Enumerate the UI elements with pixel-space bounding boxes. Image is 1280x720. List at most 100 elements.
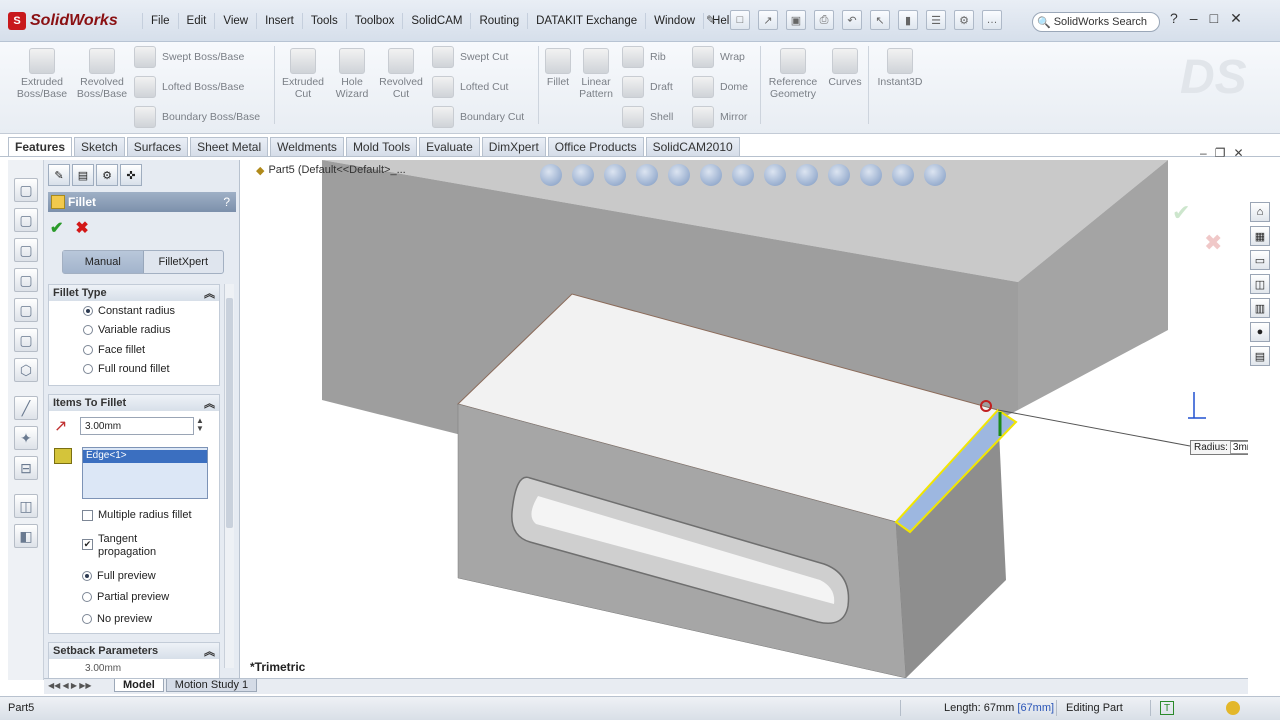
minimize-icon[interactable]: – <box>1190 10 1198 27</box>
extruded-cut-button[interactable]: Extruded Cut <box>278 48 328 100</box>
graphics-area[interactable]: ◆ Part5 (Default<<Default>_... ✔ ✖ Radiu… <box>240 160 1248 678</box>
app-logo[interactable]: S SolidWorks <box>8 10 118 32</box>
cube-left-icon[interactable]: ▢ <box>14 238 38 262</box>
collapse-chevron-icon[interactable]: ︽ <box>204 395 215 411</box>
view-settings-icon[interactable] <box>860 164 882 186</box>
sketch-line-icon[interactable]: ╱ <box>14 396 38 420</box>
lofted-cut-button[interactable]: Lofted Cut <box>432 76 508 98</box>
menu-routing[interactable]: Routing <box>470 13 527 29</box>
cube-iso-icon[interactable]: ⬡ <box>14 358 38 382</box>
radio[interactable] <box>82 614 92 624</box>
no-preview-option[interactable]: No preview <box>82 613 152 625</box>
search-box[interactable]: 🔍 SolidWorks Search <box>1032 12 1160 32</box>
options-icon[interactable]: ⚙ <box>954 10 974 30</box>
rib-button[interactable]: Rib <box>622 46 666 68</box>
custom-properties-icon[interactable]: ▤ <box>1250 346 1270 366</box>
menu-insert[interactable]: Insert <box>256 13 302 29</box>
menu-file[interactable]: File <box>142 13 178 29</box>
dome-button[interactable]: Dome <box>692 76 748 98</box>
new-document-icon[interactable]: □ <box>730 10 750 30</box>
help-icon[interactable]: ? <box>1170 10 1178 27</box>
display-pane-icon[interactable] <box>892 164 914 186</box>
radius-callout[interactable]: Radius: 3mm <box>1190 440 1248 455</box>
menu-toolbox[interactable]: Toolbox <box>345 13 403 29</box>
view-orientation-icon[interactable] <box>700 164 722 186</box>
cube-top-icon[interactable]: ▢ <box>14 298 38 322</box>
section-view-icon[interactable] <box>636 164 658 186</box>
rebuild-icon[interactable]: ▮ <box>898 10 918 30</box>
save-icon[interactable]: ▣ <box>786 10 806 30</box>
menu-edit[interactable]: Edit <box>177 13 215 29</box>
rebuild-status-icon[interactable]: T <box>1160 701 1174 715</box>
swept-cut-button[interactable]: Swept Cut <box>432 46 508 68</box>
tab-office-products[interactable]: Office Products <box>547 137 644 156</box>
open-icon[interactable]: ↗ <box>758 10 778 30</box>
multiple-radius-option[interactable]: Multiple radius fillet <box>82 509 192 521</box>
previous-view-icon[interactable] <box>604 164 626 186</box>
design-library-icon[interactable]: ▦ <box>1250 226 1270 246</box>
setback-distance-value[interactable]: 3.00mm <box>85 663 121 674</box>
boundary-boss-button[interactable]: Boundary Boss/Base <box>134 106 260 128</box>
menu-window[interactable]: Window <box>645 13 703 29</box>
swept-boss-button[interactable]: Swept Boss/Base <box>134 46 244 68</box>
radio[interactable] <box>83 325 93 335</box>
edge-list-item[interactable]: Edge<1> <box>83 450 207 463</box>
items-to-fillet-header[interactable]: Items To Fillet ︽ <box>49 395 219 411</box>
select-icon[interactable]: ↖ <box>870 10 890 30</box>
radio[interactable] <box>83 345 93 355</box>
more-icon[interactable]: … <box>982 10 1002 30</box>
cube-right-icon[interactable]: ▢ <box>14 268 38 292</box>
feature-manager-tab-icon[interactable]: ✎ <box>48 164 70 186</box>
tab-weldments[interactable]: Weldments <box>270 137 344 156</box>
display-mode-icon[interactable]: ◫ <box>14 494 38 518</box>
confirm-corner-ok-icon[interactable]: ✔ <box>1172 200 1190 226</box>
appearances-icon[interactable]: ● <box>1250 322 1270 342</box>
property-manager-tab-icon[interactable]: ▤ <box>72 164 94 186</box>
dimension-icon[interactable]: ⊟ <box>14 456 38 480</box>
radio[interactable] <box>83 364 93 374</box>
face-fillet-option[interactable]: Face fillet <box>83 344 145 356</box>
display-style-icon[interactable] <box>732 164 754 186</box>
cancel-x-icon[interactable]: ✖ <box>75 218 88 238</box>
extruded-boss-button[interactable]: Extruded Boss/Base <box>14 48 70 100</box>
manual-mode-button[interactable]: Manual <box>63 251 144 273</box>
curves-button[interactable]: Curves <box>824 48 866 88</box>
tab-solidcam2010[interactable]: SolidCAM2010 <box>645 137 740 156</box>
viewport-minimize-icon[interactable]: – <box>1200 146 1207 160</box>
print-icon[interactable]: ⎙ <box>814 10 834 30</box>
tab-evaluate[interactable]: Evaluate <box>419 137 480 156</box>
undo-icon[interactable]: ↶ <box>842 10 862 30</box>
full-round-fillet-option[interactable]: Full round fillet <box>83 363 170 375</box>
panel-scrollbar[interactable] <box>224 284 234 668</box>
radio[interactable] <box>82 592 92 602</box>
viewport-restore-icon[interactable]: ❐ <box>1215 146 1226 160</box>
radio-selected[interactable] <box>83 306 93 316</box>
menu-view[interactable]: View <box>214 13 256 29</box>
render-tools-icon[interactable] <box>924 164 946 186</box>
draft-button[interactable]: Draft <box>622 76 673 98</box>
wrap-button[interactable]: Wrap <box>692 46 745 68</box>
feature-tree-flyout[interactable]: ◆ Part5 (Default<<Default>_... <box>256 164 406 177</box>
help-button[interactable]: ? <box>223 195 230 209</box>
fillet-button[interactable]: Fillet <box>542 48 574 88</box>
dimxpert-manager-tab-icon[interactable]: ✜ <box>120 164 142 186</box>
lofted-boss-button[interactable]: Lofted Boss/Base <box>134 76 244 98</box>
hole-wizard-button[interactable]: Hole Wizard <box>330 48 374 100</box>
cube-back-icon[interactable]: ▢ <box>14 208 38 232</box>
filletxpert-mode-button[interactable]: FilletXpert <box>144 251 224 273</box>
view-palette-icon[interactable]: ▥ <box>1250 298 1270 318</box>
full-preview-option[interactable]: Full preview <box>82 570 156 582</box>
menu-datakit[interactable]: DATAKIT Exchange <box>527 13 645 29</box>
collapse-chevron-icon[interactable]: ︽ <box>204 285 215 301</box>
part-model[interactable] <box>240 160 1248 678</box>
tab-motion-study[interactable]: Motion Study 1 <box>165 679 258 692</box>
tangent-propagation-option[interactable]: ✔ Tangent propagation <box>82 533 168 559</box>
viewport-close-icon[interactable]: ✕ <box>1233 146 1243 160</box>
zoom-to-area-icon[interactable] <box>572 164 594 186</box>
hide-show-items-icon[interactable] <box>764 164 786 186</box>
reference-geometry-button[interactable]: Reference Geometry <box>764 48 822 100</box>
revolved-boss-button[interactable]: Revolved Boss/Base <box>74 48 130 100</box>
solidworks-resources-icon[interactable]: ⌂ <box>1250 202 1270 222</box>
file-explorer-icon[interactable]: ▭ <box>1250 250 1270 270</box>
menu-solidcam[interactable]: SolidCAM <box>402 13 470 29</box>
